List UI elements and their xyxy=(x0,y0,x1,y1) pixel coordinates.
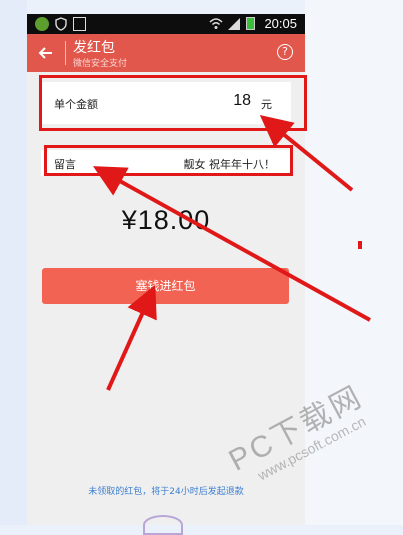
red-marker xyxy=(358,241,362,249)
arrow-to-button xyxy=(106,284,157,391)
arrow-to-message xyxy=(93,166,371,322)
home-button-icon xyxy=(143,515,183,535)
arrow-to-amount xyxy=(259,114,354,192)
